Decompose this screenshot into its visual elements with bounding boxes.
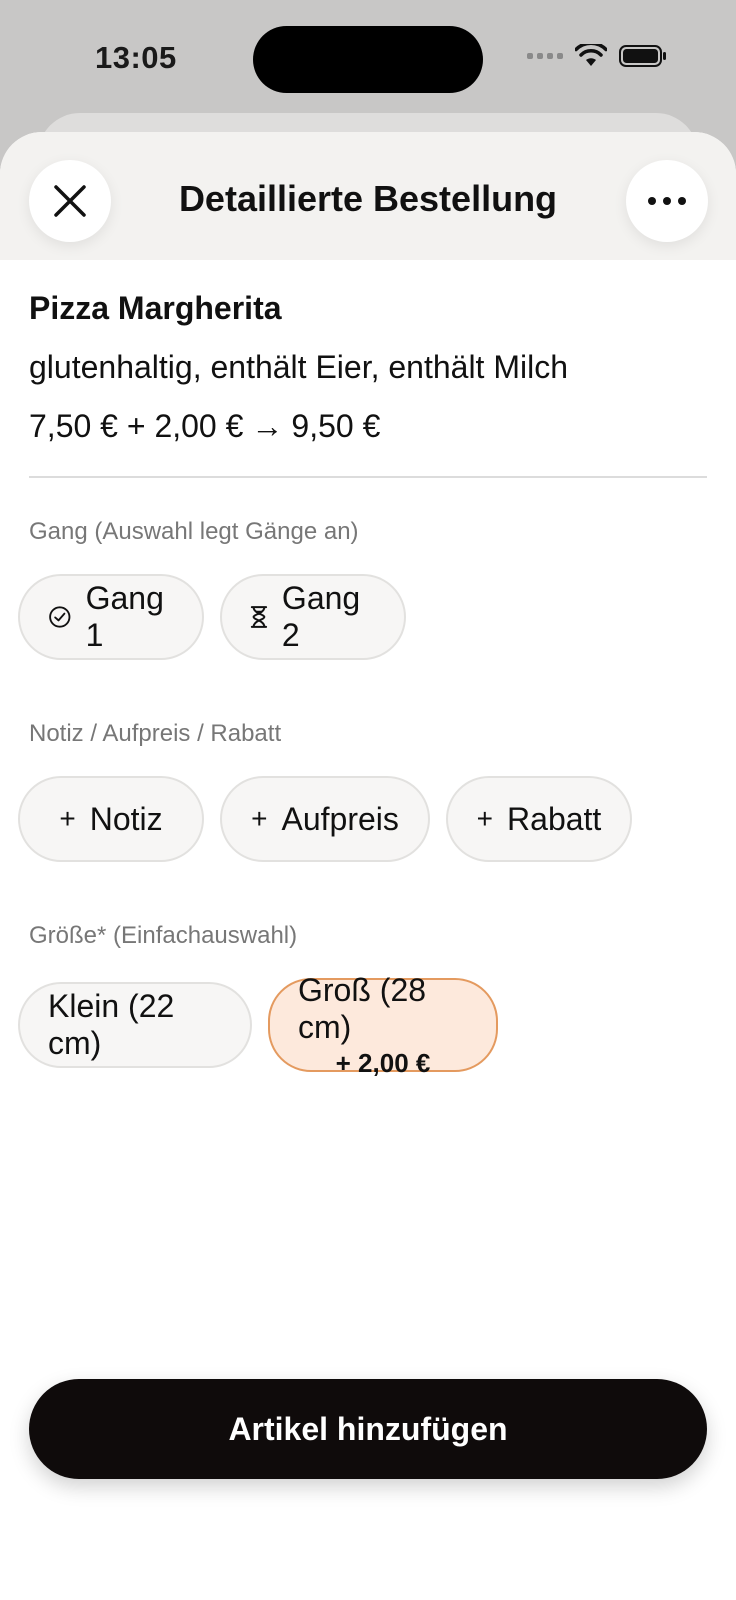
price-arrow: → — [251, 408, 284, 444]
chip-label: Gang 1 — [85, 580, 164, 653]
plus-icon: + — [476, 803, 494, 834]
sheet-header: Detaillierte Bestellung — [0, 132, 736, 260]
item-summary: Pizza Margherita glutenhaltig, enthält E… — [29, 290, 707, 445]
add-discount-button[interactable]: + Rabatt — [446, 776, 632, 862]
more-icon — [648, 197, 686, 205]
chip-label: Klein (22 cm) — [48, 988, 175, 1061]
chip-label: Aufpreis — [281, 800, 399, 837]
status-icons — [527, 44, 667, 68]
chip-label: Groß (28 cm) — [298, 971, 427, 1045]
chip-label: Rabatt — [507, 800, 602, 837]
status-time: 13:05 — [95, 40, 177, 75]
course-chip-gang-2[interactable]: Gang 2 — [220, 574, 406, 660]
extras-section-label: Notiz / Aufpreis / Rabatt — [29, 720, 282, 747]
course-options: Gang 1 Gang 2 — [18, 574, 406, 660]
check-circle-icon — [49, 606, 71, 628]
plus-icon: + — [251, 803, 268, 834]
item-price: 7,50 € + 2,00 € → 9,50 € — [29, 408, 707, 445]
hourglass-icon — [250, 606, 268, 628]
add-item-button[interactable]: Artikel hinzufügen — [29, 1379, 707, 1479]
size-options: Klein (22 cm) Groß (28 cm) + 2,00 € — [18, 972, 498, 1078]
extras-options: + Notiz + Aufpreis + Rabatt — [18, 776, 632, 862]
size-chip-large[interactable]: Groß (28 cm) + 2,00 € — [268, 972, 498, 1078]
dynamic-island — [253, 26, 483, 93]
wifi-icon — [575, 44, 607, 66]
add-surcharge-button[interactable]: + Aufpreis — [220, 776, 430, 862]
more-options-button[interactable] — [626, 160, 708, 242]
chip-surcharge: + 2,00 € — [335, 1047, 431, 1078]
course-chip-gang-1[interactable]: Gang 1 — [18, 574, 204, 660]
price-total: 9,50 € — [291, 408, 381, 444]
divider — [29, 476, 707, 478]
chip-label: Gang 2 — [281, 580, 361, 653]
chip-label: Notiz — [89, 800, 163, 837]
size-section-label: Größe* (Einfachauswahl) — [29, 922, 298, 949]
item-allergens: glutenhaltig, enthält Eier, enthält Milc… — [29, 349, 568, 385]
size-chip-small[interactable]: Klein (22 cm) — [18, 982, 252, 1068]
cellular-signal-icon — [527, 53, 563, 59]
battery-icon — [619, 45, 666, 67]
plus-icon: + — [59, 803, 76, 834]
add-note-button[interactable]: + Notiz — [18, 776, 204, 862]
status-bar: 13:05 — [0, 0, 736, 120]
item-name: Pizza Margherita — [29, 290, 282, 326]
price-base: 7,50 € + 2,00 € — [29, 408, 244, 444]
course-section-label: Gang (Auswahl legt Gänge an) — [29, 518, 359, 545]
